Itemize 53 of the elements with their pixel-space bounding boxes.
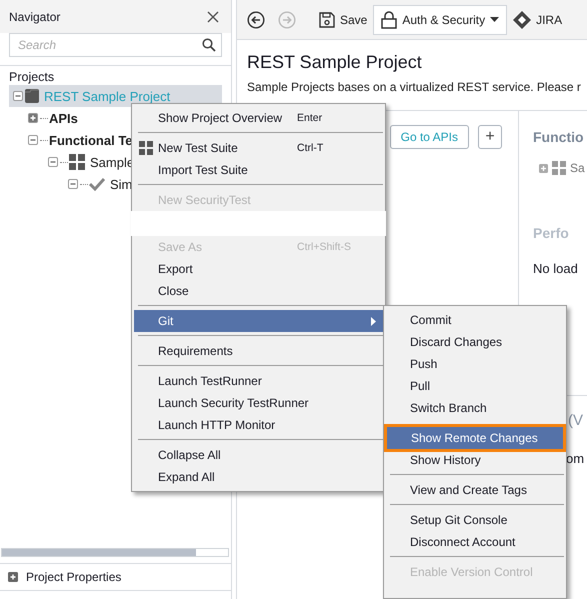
arrow-left-icon [247,10,265,28]
menu-item[interactable]: Expand All [134,466,383,488]
check-icon [89,177,105,191]
section-heading: (V [568,412,584,429]
diamond-icon [513,10,532,28]
save-button[interactable]: Save [314,4,372,34]
menu-item[interactable]: Launch TestRunner [134,370,383,392]
menu-item[interactable]: Import Test Suite [134,159,383,181]
menu-item[interactable]: Launch HTTP Monitor [134,414,383,436]
menu-item[interactable]: Show History [386,449,564,471]
project-title: REST Sample Project [247,52,423,73]
menu-item[interactable]: Requirements [134,340,383,362]
section-heading: Perfo [533,225,570,241]
expand-icon [8,572,18,582]
section-heading: Functio [533,129,585,145]
expand-icon [539,164,548,172]
auth-security-dropdown[interactable]: Auth & Security [373,4,508,34]
menu-item[interactable]: Launch Security TestRunner [134,392,383,414]
menu-item[interactable]: Discard Changes [386,331,564,353]
arrow-right-icon [278,10,296,28]
menu-item[interactable]: View and Create Tags [386,479,564,501]
panel-title: Navigator [9,10,60,24]
tree-item[interactable]: Sa [570,161,585,175]
add-button[interactable]: + [478,125,502,149]
lock-icon [381,10,398,28]
scrollbar-thumb[interactable] [2,549,196,556]
menu-item[interactable]: Pull [386,375,564,397]
menu-item[interactable]: Show Remote Changes [387,427,563,449]
menu-item[interactable]: Git [134,310,383,332]
search-field[interactable]: Search [9,33,222,57]
search-icon [202,38,216,52]
menu-item[interactable]: Push [386,353,564,375]
menu-item[interactable]: Commit [386,309,564,331]
section-text: om [566,451,586,466]
menu-item[interactable]: Switch Branch [386,397,564,419]
menu-item[interactable]: Close [134,280,383,302]
menu-item[interactable]: Setup Git Console [386,509,564,531]
section-text: No load [533,261,579,276]
scrollbar[interactable] [1,548,229,557]
project-icon [25,89,39,103]
grid-icon [69,154,85,170]
menu-item[interactable]: Disconnect Account [386,531,564,553]
menu-item[interactable]: Show Project Overview Enter [134,107,383,129]
grid-icon [139,141,153,155]
menu-item[interactable]: Export [134,258,383,280]
grid-icon [552,161,566,175]
menu-item[interactable]: Collapse All [134,444,383,466]
close-icon [207,10,219,22]
section-label: Projects [0,65,231,85]
section-label[interactable]: Project Properties [26,570,122,584]
menu-item[interactable]: New Test Suite Ctrl-T [134,137,383,159]
caret-icon [490,17,500,22]
jira-button[interactable]: JIRA [508,4,568,34]
